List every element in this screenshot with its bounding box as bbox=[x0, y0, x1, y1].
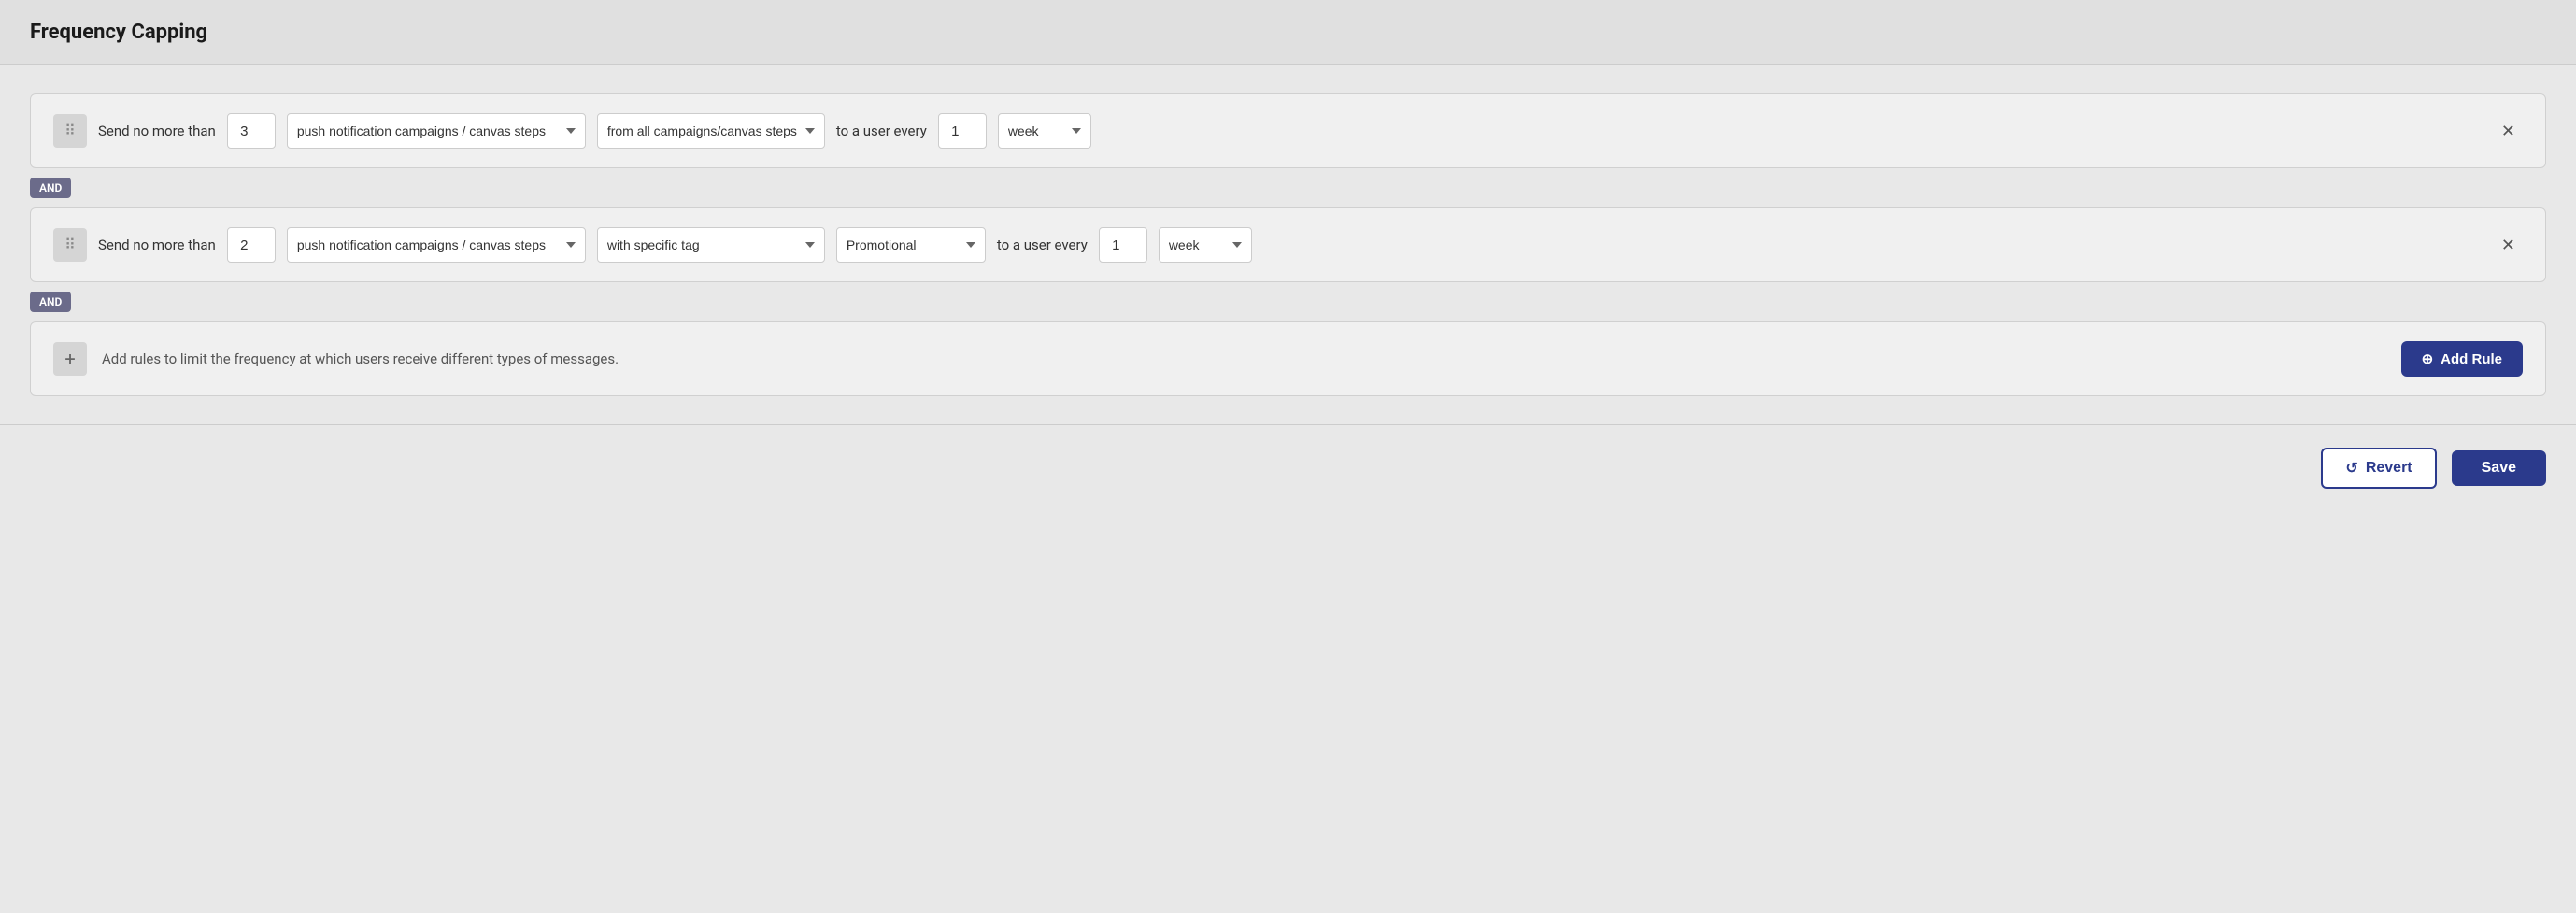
header-bar: Frequency Capping bbox=[0, 0, 2576, 65]
drag-icon-2: ⠿ bbox=[64, 237, 76, 252]
remove-rule-button-2[interactable]: ✕ bbox=[2494, 232, 2523, 259]
and-badge-1: AND bbox=[30, 178, 71, 198]
message-type-select-2[interactable]: push notification campaigns / canvas ste… bbox=[287, 227, 586, 263]
page-title: Frequency Capping bbox=[30, 21, 207, 44]
and-badge-2: AND bbox=[30, 292, 71, 312]
filter-type-select-1[interactable]: from all campaigns/canvas steps with spe… bbox=[597, 113, 825, 149]
quantity-input-2[interactable] bbox=[227, 227, 276, 263]
drag-handle-2[interactable]: ⠿ bbox=[53, 228, 87, 262]
drag-handle-1[interactable]: ⠿ bbox=[53, 114, 87, 148]
quantity-input-1[interactable] bbox=[227, 113, 276, 149]
send-no-more-than-label-2: Send no more than bbox=[98, 236, 216, 253]
revert-label: Revert bbox=[2366, 460, 2412, 477]
period-unit-select-1[interactable]: day week month bbox=[998, 113, 1091, 149]
add-rule-description: Add rules to limit the frequency at whic… bbox=[102, 350, 2386, 367]
rule-row-1: ⠿ Send no more than push notification ca… bbox=[30, 93, 2546, 168]
to-a-user-every-label-1: to a user every bbox=[836, 122, 927, 139]
send-no-more-than-label-1: Send no more than bbox=[98, 122, 216, 139]
remove-rule-button-1[interactable]: ✕ bbox=[2494, 118, 2523, 145]
message-type-select-1[interactable]: push notification campaigns / canvas ste… bbox=[287, 113, 586, 149]
revert-button[interactable]: ↺ Revert bbox=[2321, 448, 2436, 489]
revert-icon: ↺ bbox=[2345, 459, 2357, 478]
drag-icon-1: ⠿ bbox=[64, 123, 76, 138]
period-count-input-1[interactable] bbox=[938, 113, 987, 149]
to-a-user-every-label-2: to a user every bbox=[997, 236, 1088, 253]
add-rule-plus-box: + bbox=[53, 342, 87, 376]
main-content: ⠿ Send no more than push notification ca… bbox=[0, 65, 2576, 424]
footer-bar: ↺ Revert Save bbox=[0, 424, 2576, 511]
save-button[interactable]: Save bbox=[2452, 450, 2546, 486]
add-rule-button[interactable]: ⊕ Add Rule bbox=[2401, 341, 2523, 377]
add-rule-row: + Add rules to limit the frequency at wh… bbox=[30, 321, 2546, 396]
page-container: Frequency Capping ⠿ Send no more than pu… bbox=[0, 0, 2576, 511]
tag-select-2[interactable]: Promotional Transactional Welcome bbox=[836, 227, 986, 263]
rule-row-2: ⠿ Send no more than push notification ca… bbox=[30, 207, 2546, 282]
period-unit-select-2[interactable]: day week month bbox=[1159, 227, 1252, 263]
plus-icon: + bbox=[64, 350, 75, 368]
period-count-input-2[interactable] bbox=[1099, 227, 1147, 263]
filter-type-select-2[interactable]: from all campaigns/canvas steps with spe… bbox=[597, 227, 825, 263]
add-rule-plus-icon: ⊕ bbox=[2422, 350, 2434, 367]
add-rule-button-label: Add Rule bbox=[2441, 351, 2502, 367]
